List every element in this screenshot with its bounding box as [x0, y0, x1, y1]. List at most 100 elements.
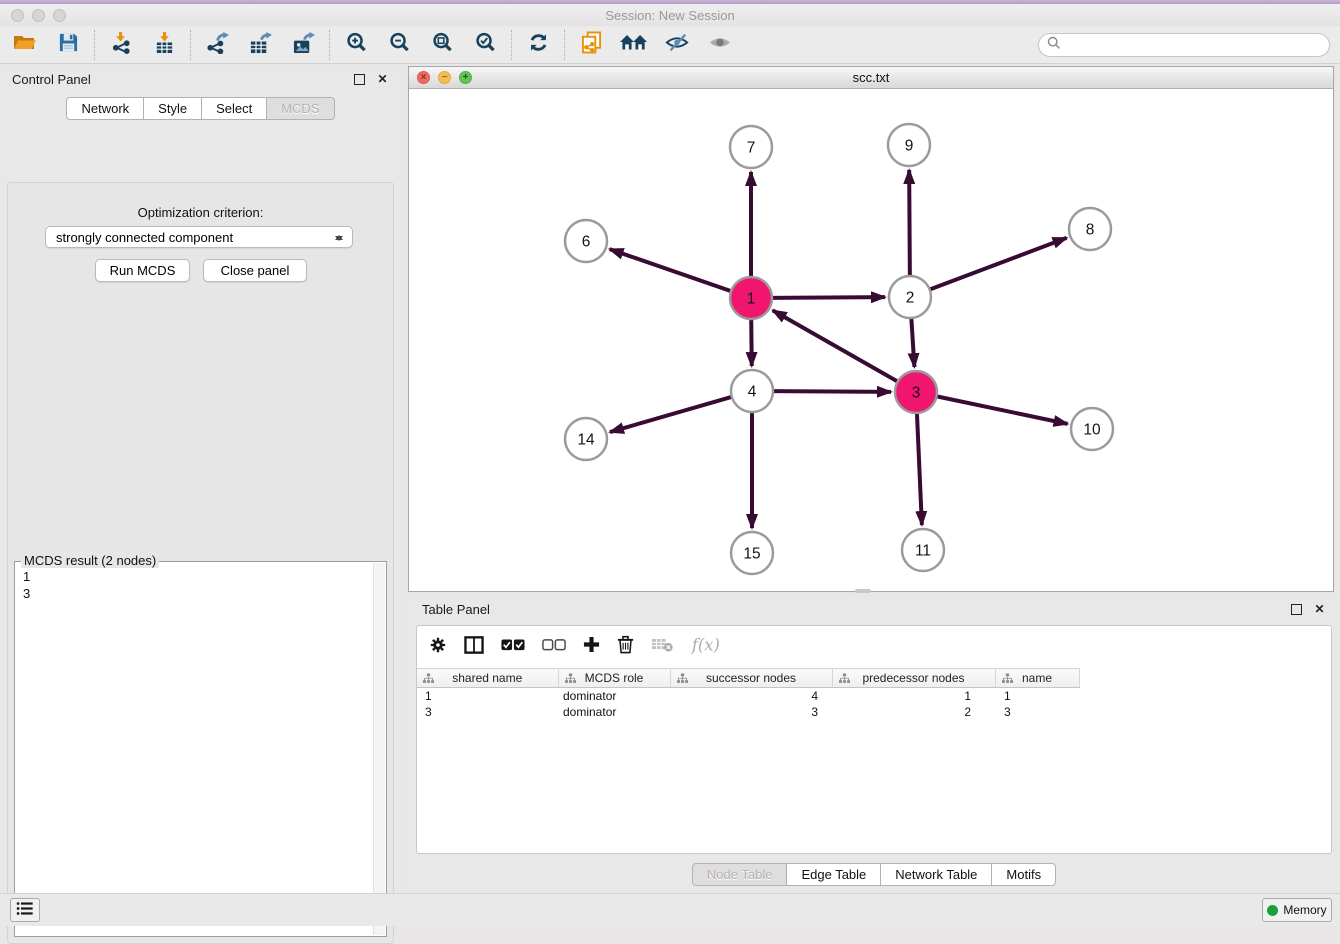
- table-cell[interactable]: 4: [670, 688, 832, 704]
- table-cell[interactable]: 1: [417, 688, 558, 704]
- frame-resize-handle[interactable]: [855, 589, 871, 593]
- column-header-name[interactable]: name: [995, 669, 1079, 688]
- column-header-shared-name[interactable]: shared name: [417, 669, 558, 688]
- table-cell[interactable]: dominator: [558, 704, 670, 720]
- deselect-all-button[interactable]: [542, 638, 566, 656]
- column-label: MCDS role: [585, 671, 644, 685]
- zoom-fit-button[interactable]: [427, 29, 457, 61]
- export-table-button[interactable]: [245, 29, 275, 61]
- table-cell[interactable]: 2: [832, 704, 995, 720]
- node-6[interactable]: 6: [565, 220, 607, 262]
- node-15[interactable]: 15: [731, 532, 773, 574]
- table-settings-button[interactable]: [429, 636, 447, 659]
- node-4[interactable]: 4: [731, 370, 773, 412]
- tab-mcds[interactable]: MCDS: [267, 97, 334, 120]
- search-box[interactable]: [1038, 33, 1330, 57]
- run-mcds-button[interactable]: Run MCDS: [95, 259, 190, 282]
- edge-2-3[interactable]: [911, 317, 914, 367]
- network-canvas[interactable]: 7 9 6 8 1 2 4 3 14 10 15 11: [409, 89, 1333, 591]
- table-cell[interactable]: dominator: [558, 688, 670, 704]
- table-cell[interactable]: 3: [995, 704, 1079, 720]
- edge-4-14[interactable]: [610, 397, 733, 433]
- table-row[interactable]: 3dominator323: [417, 704, 1079, 720]
- split-view-button[interactable]: [464, 636, 484, 659]
- add-column-button[interactable]: [583, 636, 600, 658]
- export-table-icon: [249, 31, 272, 59]
- tab-node-table[interactable]: Node Table: [692, 863, 788, 886]
- double-home-icon: [620, 33, 648, 57]
- edge-1-4[interactable]: [751, 318, 752, 366]
- show-all-button[interactable]: [705, 29, 735, 61]
- zoom-in-button[interactable]: [341, 29, 371, 61]
- node-7[interactable]: 7: [730, 126, 772, 168]
- zoom-selected-button[interactable]: [470, 29, 500, 61]
- tab-style[interactable]: Style: [144, 97, 202, 120]
- status-bar: Memory: [0, 893, 1340, 926]
- zoom-out-button[interactable]: [384, 29, 414, 61]
- table-cell[interactable]: 1: [832, 688, 995, 704]
- node-label: 7: [747, 140, 756, 157]
- column-header-MCDS-role[interactable]: MCDS role: [558, 669, 670, 688]
- save-session-button[interactable]: [53, 29, 83, 61]
- select-all-button[interactable]: [501, 638, 525, 656]
- tab-edge-table[interactable]: Edge Table: [787, 863, 881, 886]
- first-neighbors-button[interactable]: [619, 29, 649, 61]
- close-table-panel-icon[interactable]: ✕: [1313, 603, 1326, 616]
- node-14[interactable]: 14: [565, 418, 607, 460]
- tab-motifs[interactable]: Motifs: [992, 863, 1056, 886]
- node-11[interactable]: 11: [902, 529, 944, 571]
- node-9[interactable]: 9: [888, 124, 930, 166]
- tab-select[interactable]: Select: [202, 97, 267, 120]
- edge-3-10[interactable]: [936, 396, 1068, 424]
- org-chart-icon: [1002, 673, 1013, 687]
- edge-2-9[interactable]: [909, 170, 910, 277]
- edge-3-1[interactable]: [773, 310, 899, 382]
- memory-status-icon: [1267, 905, 1278, 916]
- edge-1-2[interactable]: [771, 297, 885, 298]
- node-10[interactable]: 10: [1071, 408, 1113, 450]
- table-cell[interactable]: 3: [417, 704, 558, 720]
- edge-1-6[interactable]: [610, 249, 732, 291]
- table-row[interactable]: 1dominator411: [417, 688, 1079, 704]
- tab-network[interactable]: Network: [66, 97, 144, 120]
- mcds-result-box[interactable]: MCDS result (2 nodes) 13: [14, 561, 387, 937]
- close-mcds-panel-button[interactable]: Close panel: [203, 259, 307, 282]
- panel-menu-button[interactable]: [10, 898, 40, 922]
- optimization-criterion-select[interactable]: strongly connected component: [45, 226, 353, 248]
- table-cell[interactable]: 1: [995, 688, 1079, 704]
- hide-selected-button[interactable]: [662, 29, 692, 61]
- network-frame-titlebar[interactable]: × − + scc.txt: [409, 67, 1333, 89]
- export-network-button[interactable]: [202, 29, 232, 61]
- node-8[interactable]: 8: [1069, 208, 1111, 250]
- result-scrollbar[interactable]: [373, 563, 385, 935]
- float-panel-icon[interactable]: [354, 73, 367, 86]
- edge-3-11[interactable]: [917, 412, 922, 525]
- toolbar-separator: [564, 30, 565, 60]
- close-panel-icon[interactable]: ✕: [376, 73, 389, 86]
- node-label: 15: [743, 546, 760, 563]
- refresh-button[interactable]: [523, 29, 553, 61]
- export-image-button[interactable]: [288, 29, 318, 61]
- edge-2-8[interactable]: [929, 238, 1067, 290]
- eye-slash-icon: [665, 33, 689, 57]
- column-header-successor-nodes[interactable]: successor nodes: [670, 669, 832, 688]
- node-2[interactable]: 2: [889, 276, 931, 318]
- open-session-button[interactable]: [10, 29, 40, 61]
- node-3[interactable]: 3: [895, 371, 937, 413]
- node-table[interactable]: shared name MCDS role successor nodesprede…: [417, 668, 1080, 720]
- copy-network-button[interactable]: [576, 29, 606, 61]
- column-header-predecessor-nodes[interactable]: predecessor nodes: [832, 669, 995, 688]
- memory-button[interactable]: Memory: [1262, 898, 1332, 922]
- import-network-button[interactable]: [106, 29, 136, 61]
- delete-column-button[interactable]: [617, 635, 634, 659]
- edge-4-3[interactable]: [772, 391, 891, 392]
- node-label: 1: [747, 291, 756, 308]
- float-table-panel-icon[interactable]: [1291, 603, 1304, 616]
- import-table-button[interactable]: [149, 29, 179, 61]
- node-1[interactable]: 1: [730, 277, 772, 319]
- tab-network-table[interactable]: Network Table: [881, 863, 992, 886]
- table-cell[interactable]: 3: [670, 704, 832, 720]
- search-input[interactable]: [1066, 38, 1329, 52]
- eye-gray-icon: [708, 34, 732, 56]
- control-panel: Control Panel ✕ NetworkStyleSelectMCDS O…: [0, 66, 401, 888]
